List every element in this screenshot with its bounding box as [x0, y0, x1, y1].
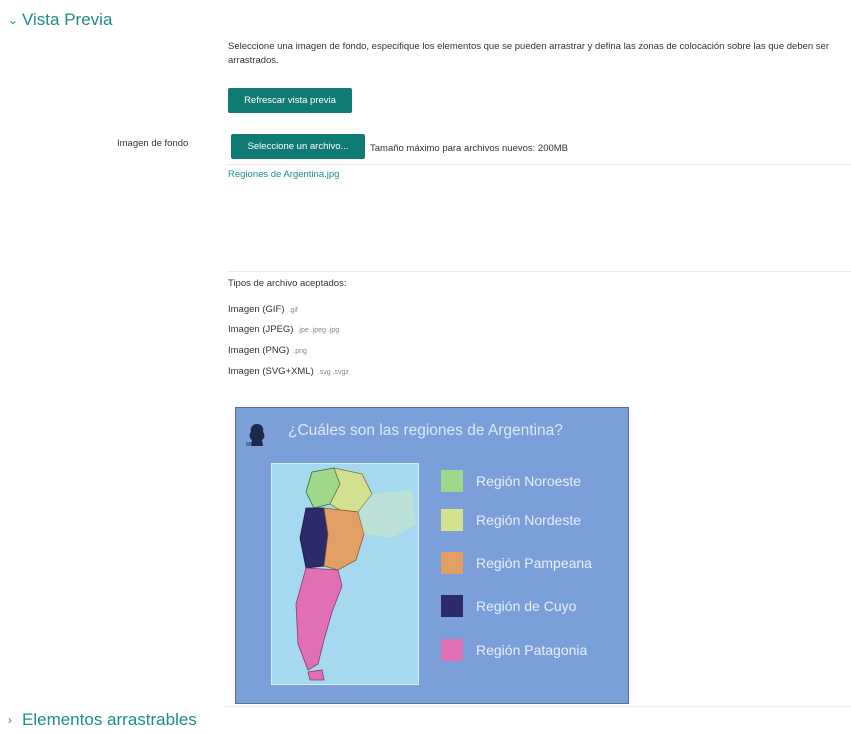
choose-file-button[interactable]: Seleccione un archivo... [231, 134, 365, 159]
chevron-right-icon: › [8, 713, 12, 727]
legend-label: Región Patagonia [476, 642, 588, 658]
background-preview-image: MCE ¿Cuáles son las regiones de Argentin… [235, 407, 629, 704]
legend-item-patagonia: Región Patagonia [441, 639, 587, 661]
section-header-preview[interactable]: ⌄ Vista Previa [8, 10, 112, 30]
refresh-preview-button[interactable]: Refrescar vista previa [228, 88, 352, 113]
section-title: Vista Previa [22, 10, 113, 29]
accepted-types-title: Tipos de archivo aceptados: [228, 278, 347, 289]
section-divider [225, 706, 851, 707]
section-title: Elementos arrastrables [22, 710, 197, 729]
legend-swatch [441, 509, 463, 531]
legend-swatch [441, 595, 463, 617]
legend-swatch [441, 470, 463, 492]
legend-item-pampeana: Región Pampeana [441, 552, 592, 574]
argentina-map-icon [295, 467, 416, 681]
logo-text: MCE [246, 442, 258, 448]
instructions-text: Seleccione una imagen de fondo, especifi… [228, 41, 830, 66]
legend-swatch [441, 639, 463, 661]
legend-item-noroeste: Región Noroeste [441, 470, 581, 492]
uploaded-file-link[interactable]: Regiones de Argentina.jpg [228, 169, 339, 180]
argentina-map [271, 463, 419, 685]
legend-swatch [441, 552, 463, 574]
legend-item-nordeste: Región Nordeste [441, 509, 581, 531]
legend-label: Región Pampeana [476, 555, 592, 571]
background-image-label: Imagen de fondo [117, 138, 189, 149]
file-drop-area[interactable] [227, 164, 851, 272]
accepted-type-jpeg: Imagen (JPEG) .jpe .jpeg .jpg [228, 324, 340, 335]
accepted-type-png: Imagen (PNG) .png [228, 345, 307, 356]
legend-item-cuyo: Región de Cuyo [441, 595, 576, 617]
accepted-type-gif: Imagen (GIF) .gif [228, 304, 298, 315]
legend-label: Región de Cuyo [476, 598, 577, 614]
accepted-type-svg: Imagen (SVG+XML) .svg .svgz [228, 366, 349, 377]
max-file-size-text: Tamaño máximo para archivos nuevos: 200M… [370, 143, 569, 154]
section-header-draggable-elements[interactable]: › Elementos arrastrables [8, 710, 197, 730]
chevron-down-icon: ⌄ [8, 13, 19, 27]
legend-label: Región Nordeste [476, 512, 582, 528]
preview-image-title: ¿Cuáles son las regiones de Argentina? [288, 422, 563, 439]
legend-label: Región Noroeste [476, 473, 582, 489]
